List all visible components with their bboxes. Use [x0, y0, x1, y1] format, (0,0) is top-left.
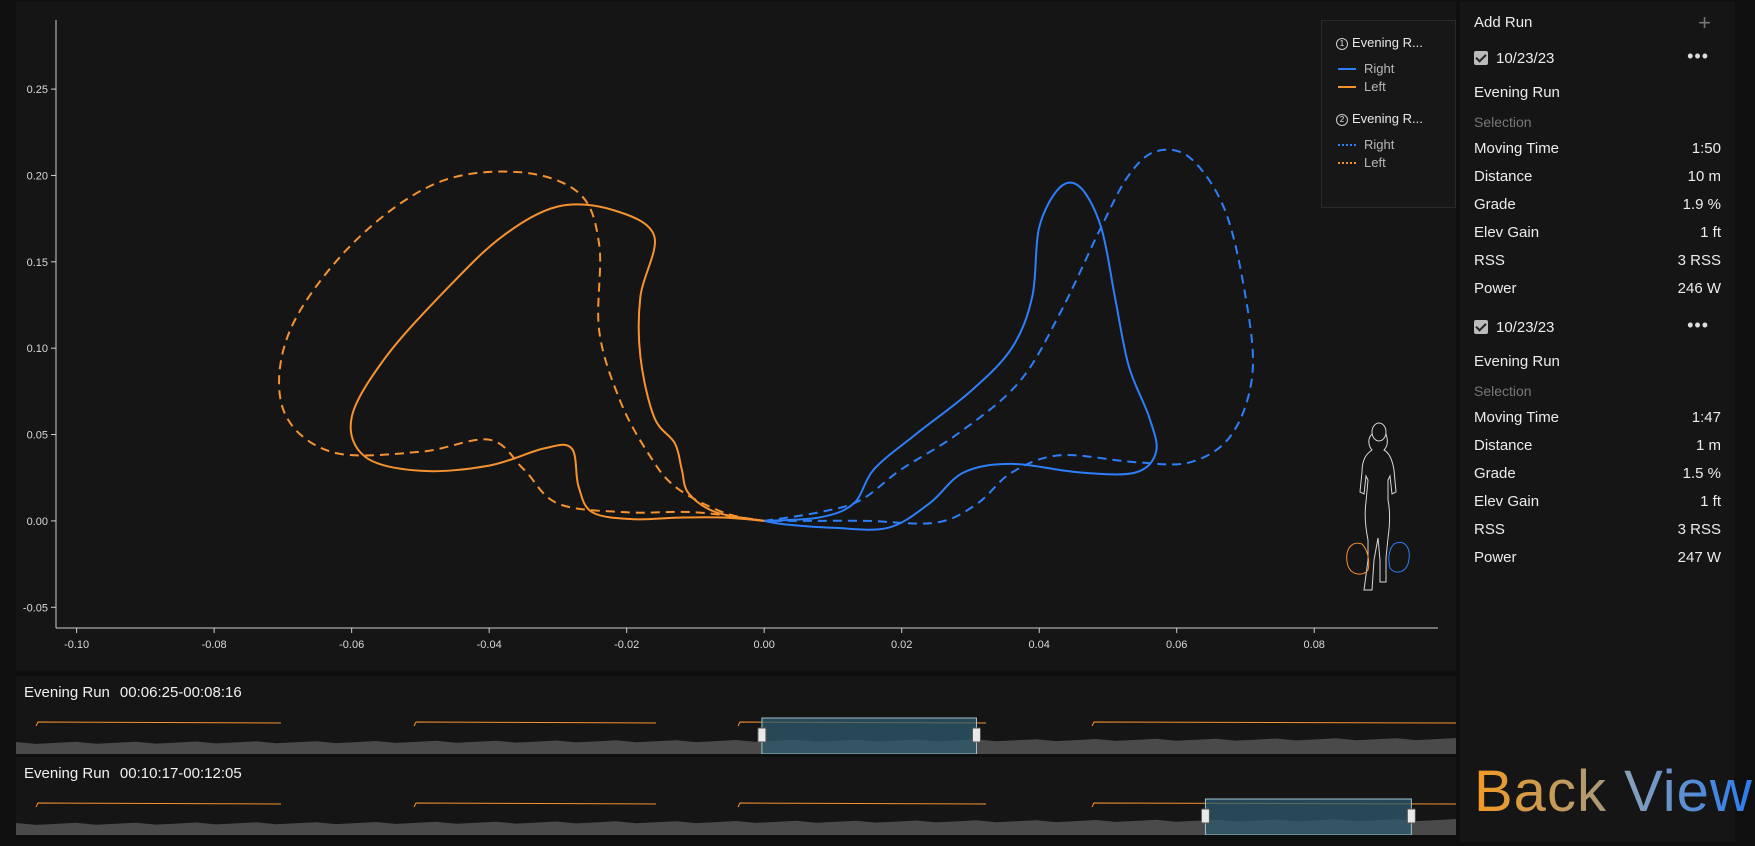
- timeline-2-range: 00:10:17-00:12:05: [119, 765, 242, 782]
- x-tick-label: 0.00: [753, 639, 774, 651]
- timeline-run-2[interactable]: Evening Run 00:10:17-00:12:05: [16, 757, 1456, 835]
- timeline-1-name: Evening Run: [24, 684, 110, 701]
- run-1-date: 10/23/23: [1496, 50, 1555, 67]
- timeline-selection-window[interactable]: [761, 717, 977, 754]
- timeline-elevation-band: [16, 738, 1456, 754]
- run-2-date: 10/23/23: [1496, 319, 1555, 336]
- legend-group-1-title: 1 Evening R...: [1336, 35, 1423, 50]
- run-1-header: 10/23/23 •••: [1474, 46, 1721, 67]
- x-tick-label: -0.08: [202, 639, 227, 651]
- run-2-stat-row: Power 247 W: [1474, 549, 1721, 566]
- run-2-header: 10/23/23 •••: [1474, 315, 1721, 336]
- timeline-2-name: Evening Run: [24, 765, 110, 782]
- timeline-power-segment: [35, 721, 282, 727]
- run-1-stat-row: Moving Time 1:50: [1474, 140, 1721, 157]
- run-2-stat-row: RSS 3 RSS: [1474, 521, 1721, 538]
- x-tick-label: -0.02: [614, 639, 639, 651]
- run-1-stat-row: Grade 1.9 %: [1474, 196, 1721, 213]
- x-tick-label: 0.02: [891, 639, 912, 651]
- y-tick-label: 0.20: [27, 170, 48, 182]
- legend-group-2-title: 2 Evening R...: [1336, 111, 1423, 126]
- series-line-run2-right: [764, 148, 1254, 525]
- timeline-power-segment: [737, 802, 987, 808]
- legend-swatch-left: [1338, 85, 1356, 88]
- y-tick-label: 0.00: [27, 516, 48, 528]
- legend-group-1-number: 1: [1336, 37, 1348, 50]
- run-1-stat-row: Distance 10 m: [1474, 168, 1721, 185]
- backview-logo: Back View: [1474, 758, 1753, 825]
- series-line-run1-left: [349, 203, 765, 522]
- legend-item-run1-left[interactable]: Left: [1338, 79, 1386, 94]
- run-1-stat-row: Power 246 W: [1474, 280, 1721, 297]
- timeline-1-range: 00:06:25-00:08:16: [119, 684, 242, 701]
- more-dots-icon[interactable]: •••: [1687, 46, 1709, 67]
- selection-handle[interactable]: [1406, 808, 1416, 824]
- run-1-name: Evening Run: [1474, 84, 1560, 101]
- run-2-checkbox[interactable]: [1474, 320, 1488, 335]
- run-2-selection-label: Selection: [1474, 383, 1532, 399]
- run-1-selection-label: Selection: [1474, 114, 1532, 130]
- legend-item-run1-right[interactable]: Right: [1338, 61, 1394, 76]
- run-1-stat-row: RSS 3 RSS: [1474, 252, 1721, 269]
- timeline-run-1[interactable]: Evening Run 00:06:25-00:08:16: [16, 676, 1456, 754]
- y-tick-label: 0.15: [27, 257, 48, 269]
- runner-figure-icon: [1346, 422, 1410, 591]
- x-tick-label: 0.06: [1166, 639, 1187, 651]
- timeline-1-label: Evening Run 00:06:25-00:08:16: [24, 684, 252, 701]
- logo-view-text: View: [1624, 759, 1753, 824]
- more-dots-icon[interactable]: •••: [1687, 315, 1709, 336]
- legend-swatch-right: [1338, 67, 1356, 70]
- legend-item-run2-left[interactable]: Left: [1338, 155, 1386, 170]
- runs-sidebar: Add Run + 10/23/23 ••• Evening Run Selec…: [1460, 2, 1735, 842]
- selection-handle[interactable]: [1200, 808, 1210, 824]
- y-tick-label: 0.05: [27, 430, 48, 442]
- legend-swatch-left-dotted: [1338, 161, 1356, 164]
- timeline-selection-window[interactable]: [1204, 798, 1412, 835]
- series-line-run1-right: [764, 181, 1158, 531]
- run-2-stat-row: Elev Gain 1 ft: [1474, 493, 1721, 510]
- selection-handle[interactable]: [757, 727, 767, 743]
- legend-group-2-number: 2: [1336, 113, 1348, 126]
- timeline-power-segment: [1091, 721, 1456, 727]
- run-2-name: Evening Run: [1474, 353, 1560, 370]
- x-tick-label: -0.06: [339, 639, 364, 651]
- logo-back-text: Back: [1474, 759, 1607, 824]
- add-run-row: Add Run +: [1474, 10, 1721, 35]
- run-1-stat-row: Elev Gain 1 ft: [1474, 224, 1721, 241]
- foot-path-plot-panel: -0.10 -0.08 -0.06 -0.04 -0.02 0.00 0.02 0.04 0.0…: [16, 2, 1456, 670]
- chart-legend: 1 Evening R... Right Left 2 Evening R... R…: [1321, 20, 1456, 208]
- legend-swatch-right-dotted: [1338, 143, 1356, 146]
- run-1-checkbox[interactable]: [1474, 51, 1488, 66]
- y-tick-label: -0.05: [23, 602, 48, 614]
- x-tick-label: -0.10: [64, 639, 89, 651]
- run-2-stat-row: Distance 1 m: [1474, 437, 1721, 454]
- y-tick-label: 0.10: [27, 343, 48, 355]
- selection-handle[interactable]: [971, 727, 981, 743]
- run-2-stat-row: Grade 1.5 %: [1474, 465, 1721, 482]
- timeline-power-segment: [413, 721, 657, 727]
- foot-path-chart[interactable]: -0.10 -0.08 -0.06 -0.04 -0.02 0.00 0.02 0.04 0.0…: [16, 2, 1456, 670]
- x-tick-label: -0.04: [477, 639, 502, 651]
- run-2-stat-row: Moving Time 1:47: [1474, 409, 1721, 426]
- plus-icon[interactable]: +: [1698, 10, 1711, 36]
- timeline-2-label: Evening Run 00:10:17-00:12:05: [24, 765, 252, 782]
- add-run-label: Add Run: [1474, 14, 1533, 31]
- timeline-power-segment: [413, 802, 657, 808]
- x-tick-label: 0.08: [1304, 639, 1325, 651]
- legend-item-run2-right[interactable]: Right: [1338, 137, 1394, 152]
- x-tick-label: 0.04: [1029, 639, 1050, 651]
- y-tick-label: 0.25: [27, 84, 48, 96]
- timeline-power-segment: [35, 802, 282, 808]
